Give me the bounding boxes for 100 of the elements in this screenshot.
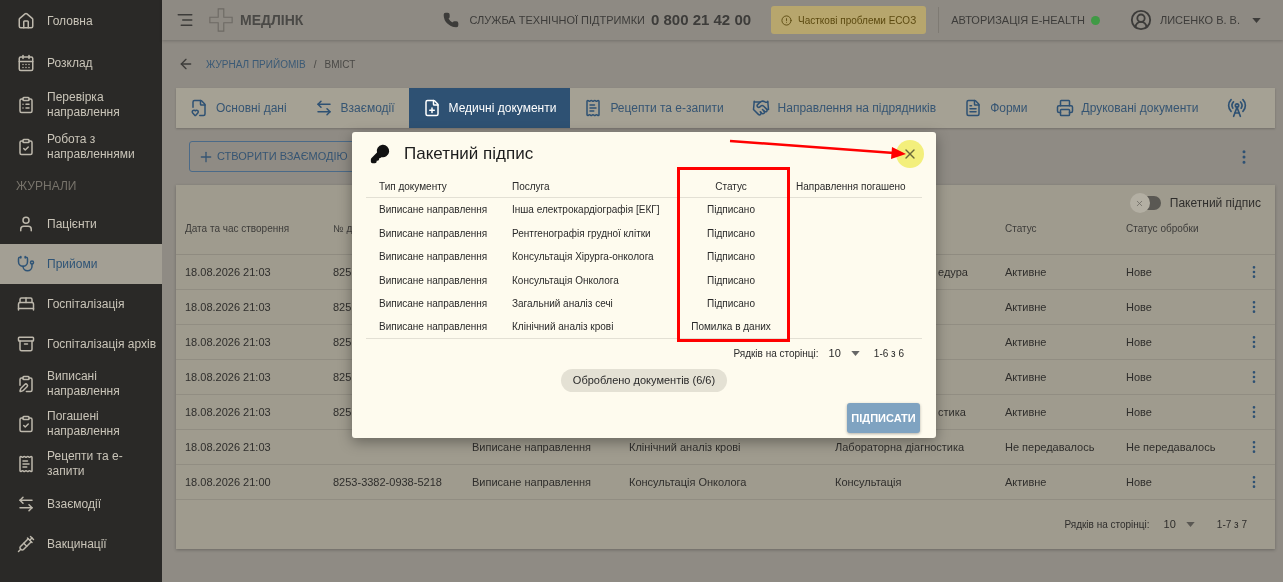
rows-per-page-label: Рядків на сторінці: — [1064, 518, 1150, 532]
table-cell: 825 — [333, 335, 352, 348]
receipt-icon — [17, 455, 35, 473]
breadcrumb-current: ВМІСТ — [324, 57, 356, 72]
warning-icon — [781, 14, 793, 26]
table-cell: Нове — [1126, 335, 1152, 348]
table-cell: Виписане направлення — [379, 227, 488, 239]
column-header: Направлення погашено — [796, 181, 906, 192]
logo-cross-icon — [208, 7, 234, 33]
auth-label: АВТОРИЗАЦІЯ E-HEALTH — [951, 12, 1085, 28]
receipt-icon — [584, 99, 603, 117]
avatar-icon[interactable] — [1129, 9, 1152, 31]
table-cell: 18.08.2026 21:03 — [185, 265, 271, 278]
bed-icon — [17, 295, 35, 313]
table-cell: Виписане направлення — [379, 298, 488, 310]
table-cell: Активне — [1005, 370, 1047, 383]
table-cell: Клінічний аналіз крові — [512, 321, 614, 333]
table-cell: 825 — [333, 265, 352, 278]
rows-per-page-select[interactable]: 10 — [828, 344, 841, 362]
person-icon — [17, 215, 35, 233]
caret-icon[interactable] — [1185, 522, 1195, 527]
table-cell: 8253-3382-0938-5218 — [333, 475, 442, 488]
sidebar-item[interactable]: Вакцинації — [0, 524, 162, 564]
table-cell: Консультація — [835, 475, 902, 488]
column-header: Тип документу — [379, 181, 447, 192]
table-cell: 825 — [333, 370, 352, 383]
handshake-icon — [751, 99, 770, 117]
page-range: 1-7 з 7 — [1216, 518, 1247, 532]
table-cell: Підписано — [707, 274, 755, 286]
sidebar-item[interactable]: Пацієнти — [0, 204, 162, 244]
column-header: № д — [333, 223, 353, 234]
menu-icon[interactable] — [176, 11, 194, 29]
table-cell: Виписане направлення — [472, 440, 592, 453]
table-cell: Клінічний аналіз крові — [629, 440, 741, 453]
table-cell: Нове — [1126, 265, 1152, 278]
table-cell: Помилка в даних — [691, 321, 771, 333]
caret-icon[interactable] — [850, 350, 860, 356]
table-cell: едура — [938, 265, 968, 278]
sidebar-item[interactable]: Головна — [0, 0, 162, 42]
table-cell: Нове — [1126, 300, 1152, 313]
table-cell: 18.08.2026 21:03 — [185, 370, 271, 383]
clipboard-list-icon — [17, 96, 35, 114]
table-cell: Рентгенографія грудної клітки — [512, 227, 651, 239]
dialog-title: Пакетний підпис — [404, 143, 534, 166]
rows-per-page-select[interactable]: 10 — [1163, 516, 1176, 533]
table-cell: Активне — [1005, 300, 1047, 313]
table-cell: Виписане направлення — [379, 274, 488, 286]
sidebar-section-title: ЖУРНАЛИ — [15, 178, 78, 195]
phone-icon — [443, 12, 460, 28]
table-cell: Консультація Онколога — [512, 274, 619, 286]
table-cell: 18.08.2026 21:03 — [185, 300, 271, 313]
sidebar-item[interactable]: Виписані направлення — [0, 364, 162, 404]
table-cell: Підписано — [707, 298, 755, 310]
table-cell: Активне — [1005, 335, 1047, 348]
document-icon — [964, 99, 983, 117]
table-cell: Активне — [1005, 405, 1047, 418]
sidebar-item[interactable]: Рецепти та е-запити — [0, 444, 162, 484]
sidebar-item[interactable]: Погашені направлення — [0, 404, 162, 444]
sidebar-item[interactable]: Перевірка направлення — [0, 84, 162, 126]
progress-chip: Оброблено документів (6/6) — [560, 369, 728, 392]
clipboard-check-icon — [17, 415, 35, 433]
alert-badge[interactable]: Часткові проблеми ЕСОЗ — [771, 6, 927, 34]
sidebar-item[interactable]: Розклад — [0, 42, 162, 84]
home-icon — [17, 12, 35, 30]
table-cell: Інша електрокардіографія [ЕКГ] — [512, 204, 660, 216]
page-range: 1-6 з 6 — [873, 346, 904, 361]
signal-tower-icon[interactable] — [1227, 98, 1247, 118]
table-cell: Підписано — [707, 204, 755, 216]
support-phone: 0 800 21 42 00 — [650, 9, 752, 30]
column-header: Статус обробки — [1126, 223, 1199, 234]
logo-text: МЕДЛІНК — [240, 10, 304, 30]
clipboard-icon — [17, 375, 35, 393]
table-cell: 18.08.2026 21:00 — [185, 475, 271, 488]
table-cell: Не передавалось — [1126, 440, 1216, 453]
document-plus-icon — [422, 99, 441, 117]
table-cell: Виписане направлення — [379, 251, 488, 263]
table-cell: Загальний аналіз сечі — [512, 298, 613, 310]
key-icon — [370, 144, 390, 164]
sidebar-item[interactable]: Взаємодії — [0, 484, 162, 524]
table-cell: 18.08.2026 21:03 — [185, 440, 271, 453]
clipboard-check-icon — [17, 138, 35, 156]
rows-per-page-label: Рядків на сторінці: — [733, 346, 819, 361]
support-label: СЛУЖБА ТЕХНІЧНОЇ ПІДТРИМКИ — [469, 12, 645, 28]
table-cell: Лабораторна діагностика — [835, 440, 965, 453]
sidebar-item[interactable]: Госпіталізація — [0, 284, 162, 324]
arrows-icon — [17, 495, 35, 513]
column-header: Статус — [715, 181, 747, 192]
table-cell: Консультація Онколога — [629, 475, 747, 488]
table-cell: Активне — [1005, 265, 1047, 278]
table-cell: Нове — [1126, 475, 1152, 488]
toggle-switch[interactable] — [1129, 193, 1162, 213]
sidebar-item[interactable]: Робота з направленнями — [0, 126, 162, 168]
table-cell: Не передавалось — [1005, 440, 1095, 453]
caret-icon[interactable] — [1252, 17, 1261, 23]
table-cell: Консультація Хірурга-онколога — [512, 251, 654, 263]
stethoscope-icon — [17, 255, 35, 273]
arrows-icon — [314, 99, 333, 117]
sidebar-item[interactable]: Госпіталізація архів — [0, 324, 162, 364]
tab[interactable]: Медичні документи — [408, 88, 571, 128]
table-cell: стика — [938, 405, 966, 418]
